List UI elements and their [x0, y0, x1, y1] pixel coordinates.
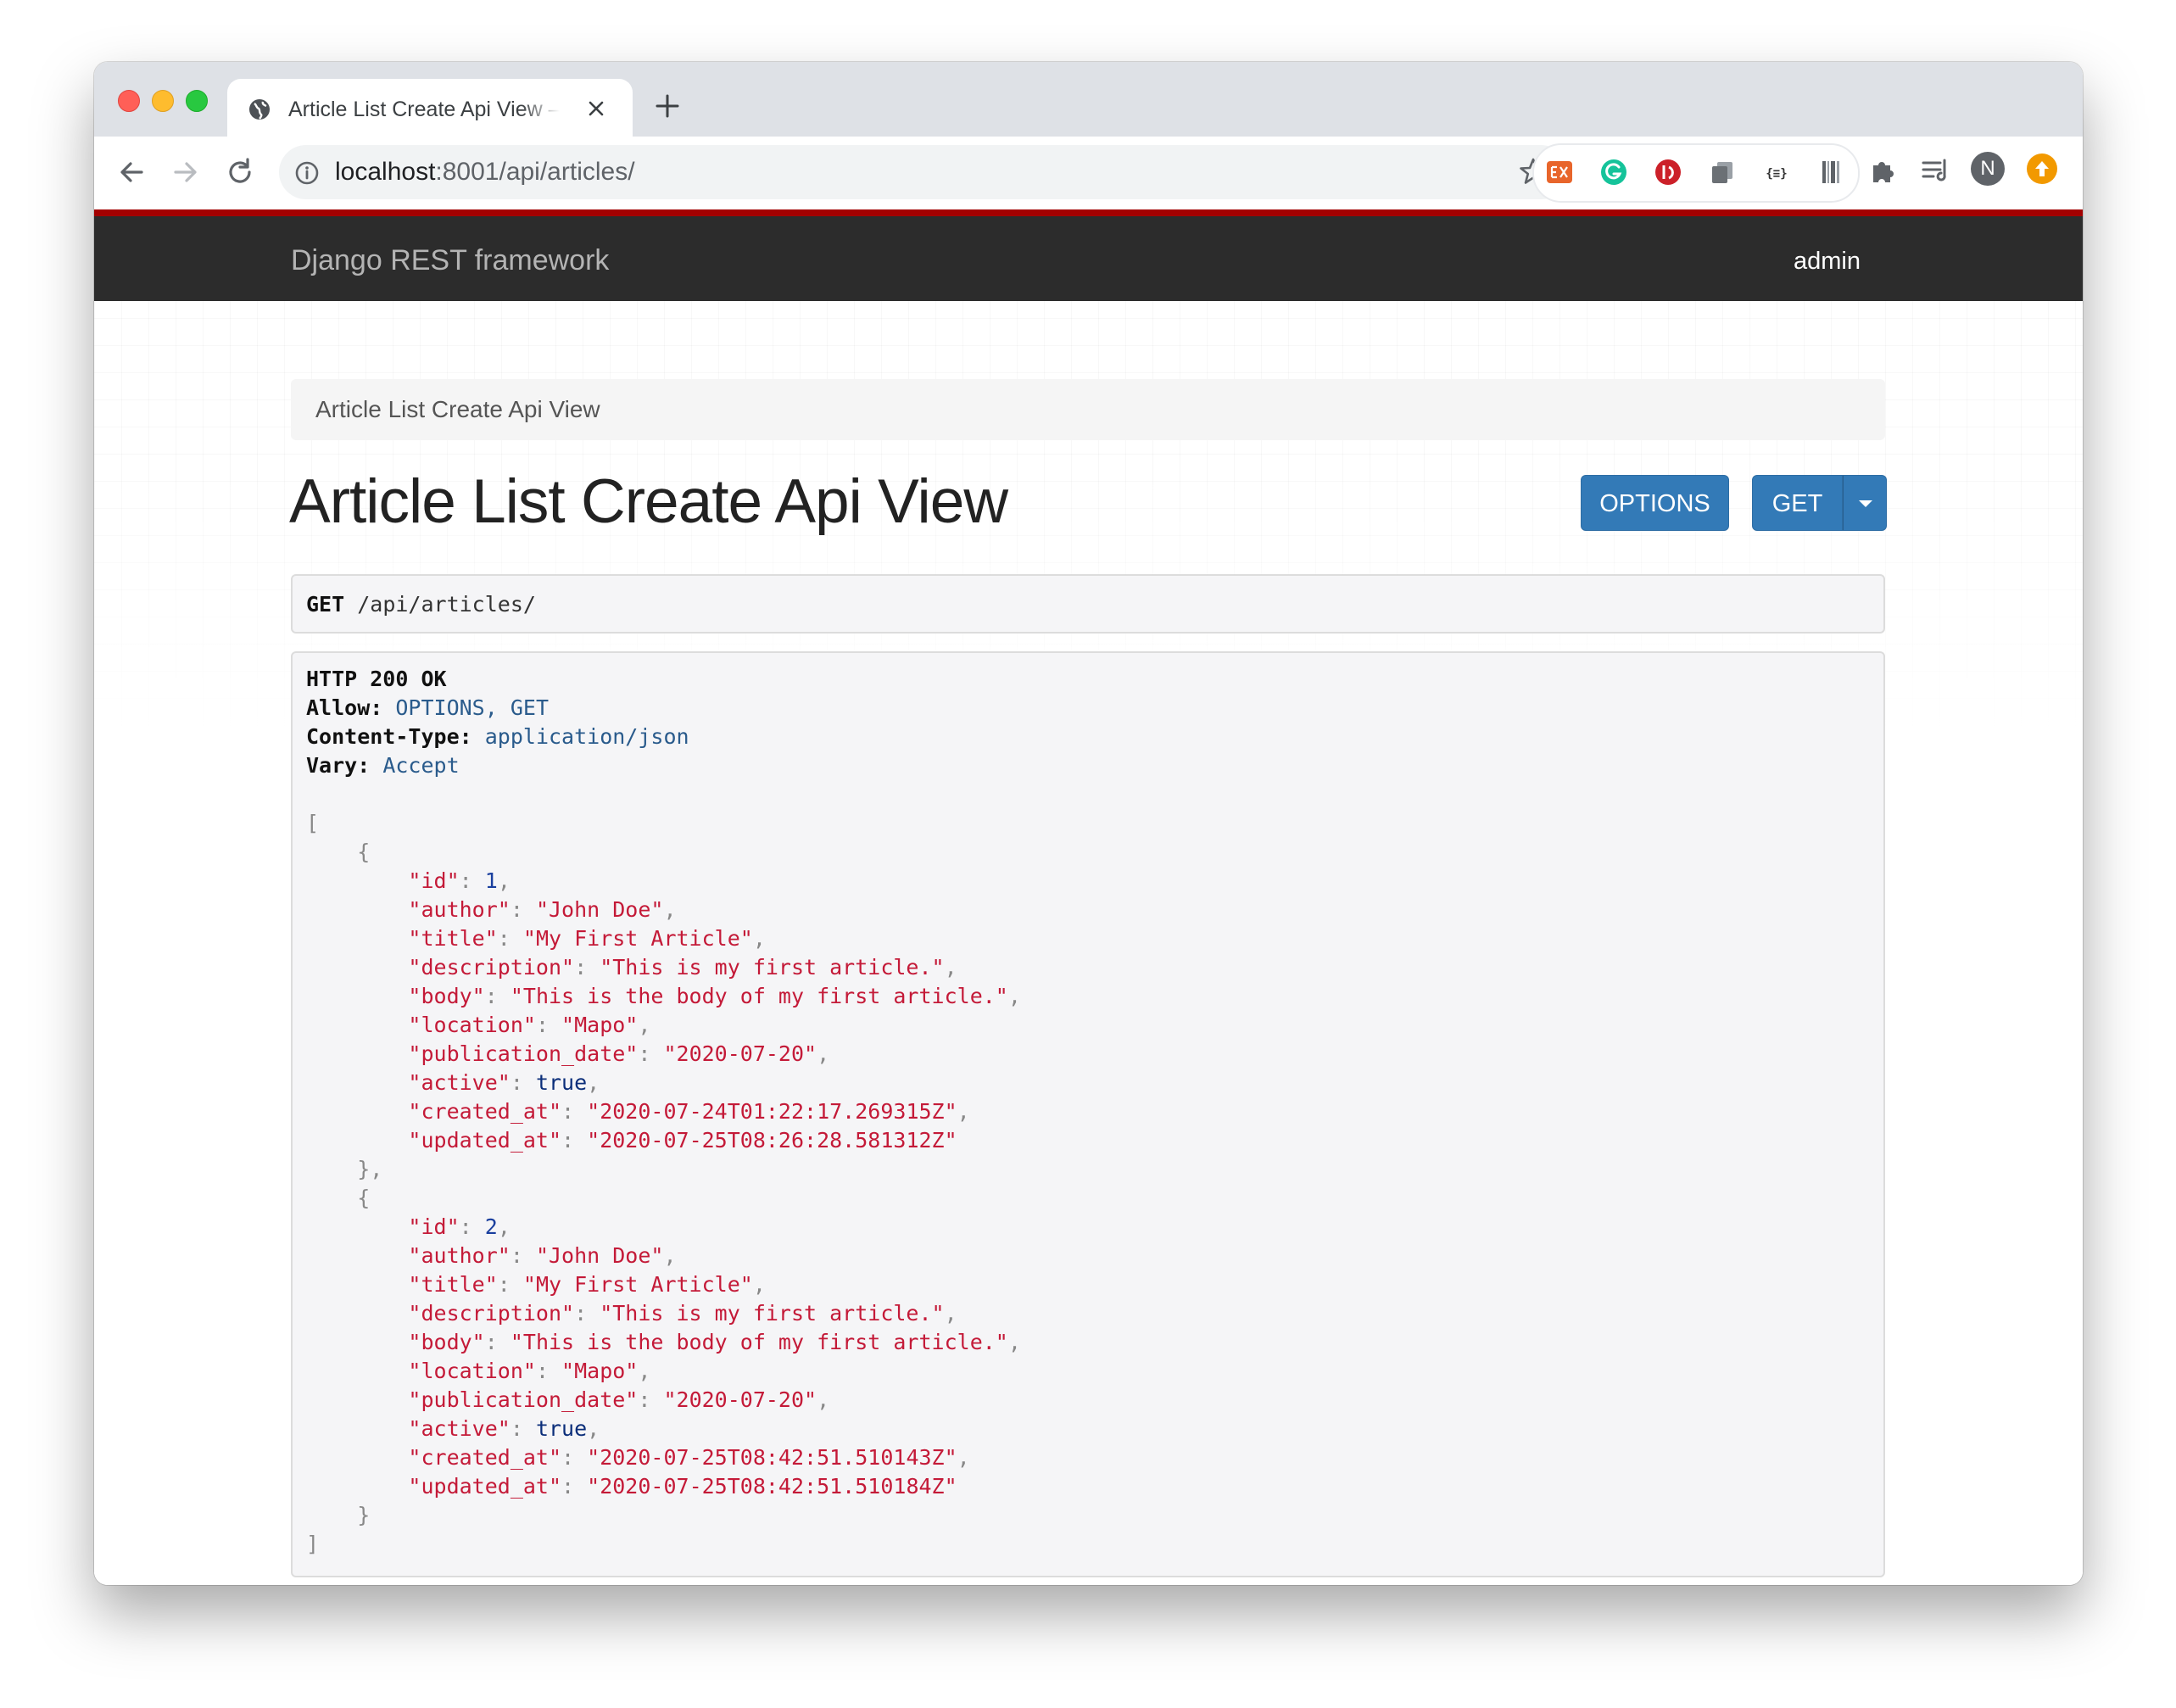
json-value: "2020-07-24T01:22:17.269315Z" [587, 1099, 957, 1124]
json-value: "2020-07-25T08:26:28.581312Z" [587, 1128, 957, 1153]
header-name: Content-Type: [306, 724, 472, 749]
puzzle-icon[interactable] [1866, 153, 1900, 187]
browser-tab[interactable]: Article List Create Api View – Django RE… [227, 79, 633, 137]
header-value: Accept [382, 753, 460, 778]
get-button[interactable]: GET [1752, 475, 1843, 531]
reload-icon[interactable] [223, 155, 257, 189]
copy-extension-icon[interactable] [1707, 157, 1738, 187]
ex-extension-icon[interactable] [1544, 157, 1575, 187]
svg-text:{≡}: {≡} [1766, 167, 1787, 181]
json-value: "John Doe" [535, 897, 664, 922]
brand-link[interactable]: Django REST framework [291, 242, 609, 279]
breadcrumb: Article List Create Api View [291, 379, 1885, 440]
json-formatter-icon[interactable]: {≡} [1761, 157, 1792, 187]
minimize-window-button[interactable] [152, 90, 174, 112]
json-value: 2 [484, 1214, 498, 1239]
format-dropdown-toggle[interactable] [1843, 475, 1887, 531]
new-tab-icon[interactable] [654, 92, 681, 120]
request-path: /api/articles/ [357, 592, 536, 617]
page-content: Django REST framework admin Article List… [94, 209, 2083, 1585]
header-value: application/json [484, 724, 689, 749]
json-value: "2020-07-25T08:42:51.510143Z" [587, 1445, 957, 1470]
extensions-group: {≡} [1532, 143, 1860, 203]
json-value: "This is my first article." [600, 955, 945, 980]
json-value: "This is the body of my first article." [510, 984, 1008, 1008]
options-button[interactable]: OPTIONS [1581, 475, 1729, 531]
info-icon[interactable] [294, 160, 320, 186]
response-info: HTTP 200 OK Allow: OPTIONS, GET Content-… [291, 651, 1885, 1577]
address-bar[interactable]: localhost:8001/api/articles/ [279, 145, 1568, 199]
request-info: GET /api/articles/ [291, 574, 1885, 634]
page-title: Article List Create Api View [289, 467, 1008, 536]
json-value: "My First Article" [522, 1272, 753, 1297]
caret-down-icon [1859, 500, 1872, 507]
breadcrumb-current[interactable]: Article List Create Api View [315, 394, 600, 425]
browser-window: Article List Create Api View – Django RE… [94, 62, 2083, 1585]
json-value: "Mapo" [561, 1359, 639, 1383]
json-value: "This is my first article." [600, 1301, 945, 1326]
json-value: "Mapo" [561, 1013, 639, 1037]
browser-toolbar: localhost:8001/api/articles/ {≡} N [94, 137, 2083, 209]
close-window-button[interactable] [118, 90, 140, 112]
header-name: Allow: [306, 695, 383, 720]
zoom-window-button[interactable] [186, 90, 208, 112]
update-icon[interactable] [2027, 153, 2057, 184]
user-menu[interactable]: admin [1794, 244, 1861, 278]
header-name: Vary: [306, 753, 371, 778]
json-value: true [535, 1070, 588, 1095]
tab-strip: Article List Create Api View – Django RE… [94, 62, 2083, 137]
top-navbar: Django REST framework admin [94, 209, 2083, 301]
close-tab-icon[interactable] [583, 96, 609, 121]
response-status: HTTP 200 OK [306, 667, 447, 691]
json-value: "2020-07-25T08:42:51.510184Z" [587, 1474, 957, 1499]
barcode-extension-icon[interactable] [1816, 157, 1846, 187]
tab-title: Article List Create Api View – Django RE… [288, 98, 560, 121]
json-value: true [535, 1416, 588, 1441]
url-text[interactable]: localhost:8001/api/articles/ [335, 157, 635, 187]
json-value: "My First Article" [522, 926, 753, 951]
json-value: 1 [484, 868, 498, 893]
request-method: GET [306, 592, 345, 617]
profile-avatar[interactable]: N [1971, 152, 2005, 186]
header-value: OPTIONS, GET [395, 695, 549, 720]
forward-arrow-icon[interactable] [169, 155, 203, 189]
json-value: "John Doe" [535, 1243, 664, 1268]
json-value: "2020-07-20" [663, 1041, 817, 1066]
lastpass-icon[interactable] [1653, 157, 1683, 187]
json-value: "This is the body of my first article." [510, 1330, 1008, 1354]
grammarly-icon[interactable] [1599, 157, 1629, 187]
back-arrow-icon[interactable] [114, 155, 148, 189]
json-value: "2020-07-20" [663, 1387, 817, 1412]
reading-list-icon[interactable] [1919, 153, 1953, 187]
globe-icon [249, 99, 270, 120]
